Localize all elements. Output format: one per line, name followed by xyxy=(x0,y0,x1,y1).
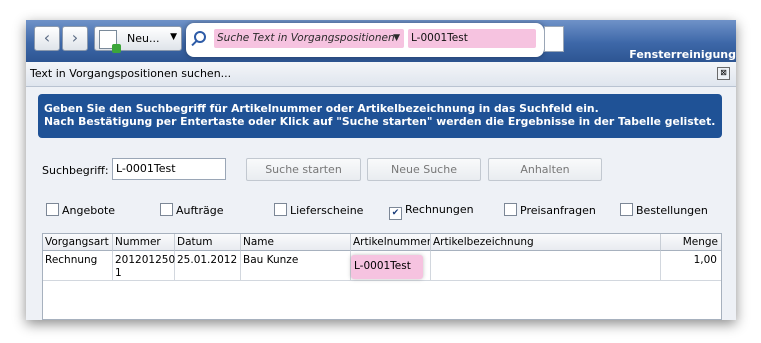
checkbox-icon xyxy=(160,203,173,216)
back-button[interactable]: ‹ xyxy=(34,26,60,51)
filter-label: Preisanfragen xyxy=(520,204,596,217)
info-line-1: Geben Sie den Suchbegriff für Artikelnum… xyxy=(44,102,599,115)
cell-datum: 25.01.2012 xyxy=(175,251,241,281)
dropdown-arrow-icon: ▼ xyxy=(170,32,177,42)
column-header[interactable]: Nummer xyxy=(113,234,175,251)
cell-artikelnummer: L-0001Test xyxy=(351,255,423,279)
filter-angebote[interactable]: Angebote xyxy=(46,203,115,217)
toolbar-search-input[interactable]: L-0001Test xyxy=(408,29,536,48)
filter-label: Bestellungen xyxy=(636,204,708,217)
window-title: Text in Vorgangspositionen suchen... xyxy=(30,67,232,80)
cell-artikelbezeichnung xyxy=(431,251,661,281)
cell-vorgangsart: Rechnung xyxy=(43,251,113,281)
cell-nummer-line-2: 1 xyxy=(115,267,122,279)
forward-button[interactable]: › xyxy=(62,26,88,51)
results-table[interactable]: Vorgangsart Nummer Datum Name Artikelnum… xyxy=(42,233,722,320)
chevron-right-icon: › xyxy=(71,28,79,47)
stop-button[interactable]: Anhalten xyxy=(488,158,602,181)
search-icon[interactable] xyxy=(194,31,206,43)
application-window: ‹ › Neu... ▼ Suche Text in Vorgangsposit… xyxy=(26,20,736,320)
app-title: Fensterreinigung xyxy=(629,48,736,61)
search-term-label: Suchbegriff: xyxy=(42,164,109,177)
new-button[interactable]: Neu... ▼ xyxy=(94,26,182,53)
column-header[interactable]: Datum xyxy=(175,234,241,251)
cell-menge: 1,00 xyxy=(661,251,721,281)
filter-preisanfragen[interactable]: Preisanfragen xyxy=(504,203,596,217)
checkbox-icon xyxy=(46,203,59,216)
new-document-icon xyxy=(99,30,121,53)
toolbar: ‹ › Neu... ▼ Suche Text in Vorgangsposit… xyxy=(26,20,736,62)
checkbox-icon xyxy=(274,203,287,216)
info-banner: Geben Sie den Suchbegriff für Artikelnum… xyxy=(38,94,722,138)
column-header[interactable]: Vorgangsart xyxy=(43,234,113,251)
new-button-label: Neu... xyxy=(127,32,160,45)
filter-rechnungen[interactable]: ✔ Rechnungen xyxy=(389,203,474,220)
search-scope-select[interactable]: Suche Text in Vorgangspositionen ▼ xyxy=(214,29,404,48)
cell-nummer-line-1: 201201250 xyxy=(115,254,176,266)
column-header[interactable]: Name xyxy=(241,234,351,251)
column-header[interactable]: Artikelnummer xyxy=(351,234,431,251)
info-line-2: Nach Bestätigung per Entertaste oder Kli… xyxy=(44,115,716,128)
filter-label: Aufträge xyxy=(176,204,224,217)
search-panel: Geben Sie den Suchbegriff für Artikelnum… xyxy=(26,87,736,320)
close-icon[interactable]: ⊠ xyxy=(717,67,730,80)
cell-name: Bau Kunze xyxy=(241,251,351,281)
search-scope-label: Suche Text in Vorgangspositionen xyxy=(217,32,395,44)
filter-bestellungen[interactable]: Bestellungen xyxy=(620,203,708,217)
filter-auftraege[interactable]: Aufträge xyxy=(160,203,224,217)
window-header: Text in Vorgangspositionen suchen... ⊠ xyxy=(26,62,736,87)
column-header[interactable]: Artikelbezeichnung xyxy=(431,234,661,251)
cell-nummer: 201201250 1 xyxy=(113,251,175,281)
chevron-left-icon: ‹ xyxy=(43,28,51,47)
start-search-button[interactable]: Suche starten xyxy=(246,158,361,181)
column-header[interactable]: Menge xyxy=(661,234,721,251)
search-popover: Suche Text in Vorgangspositionen ▼ L-000… xyxy=(186,23,544,57)
filter-lieferscheine[interactable]: Lieferscheine xyxy=(274,203,363,217)
checkbox-icon xyxy=(504,203,517,216)
checkbox-icon xyxy=(620,203,633,216)
new-search-button[interactable]: Neue Suche xyxy=(367,158,481,181)
toolbar-field[interactable] xyxy=(544,26,564,52)
checkbox-checked-icon: ✔ xyxy=(389,207,402,220)
chevron-down-icon: ▼ xyxy=(393,33,400,43)
filter-label: Lieferscheine xyxy=(290,204,364,217)
filter-label: Angebote xyxy=(62,204,116,217)
search-term-input[interactable]: L-0001Test xyxy=(112,158,226,180)
filter-label: Rechnungen xyxy=(405,203,474,216)
